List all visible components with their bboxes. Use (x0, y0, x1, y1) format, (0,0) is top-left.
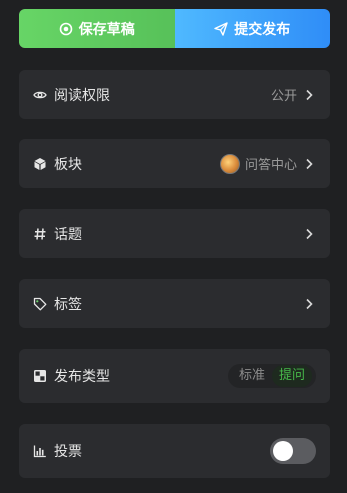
chevron-right-icon (306, 158, 313, 169)
section-row[interactable]: 板块 问答中心 (19, 139, 330, 188)
publish-type-row: 发布类型 标准 提问 (19, 349, 330, 403)
section-label: 板块 (54, 156, 82, 173)
cube-icon (34, 157, 46, 170)
save-draft-button[interactable]: 保存草稿 (19, 9, 175, 48)
chevron-right-icon (306, 89, 313, 100)
topic-label: 话题 (54, 226, 82, 243)
publish-settings-panel: 保存草稿 提交发布 阅读权限 公开 板块 问答中心 话题 标签 发布类型 标准 … (0, 0, 347, 493)
hashtag-icon (34, 227, 46, 240)
eye-icon (33, 91, 47, 98)
chevron-right-icon (306, 298, 313, 309)
read-permission-label: 阅读权限 (54, 87, 110, 104)
read-permission-row[interactable]: 阅读权限 公开 (19, 70, 330, 119)
record-circle-icon (59, 22, 73, 35)
tags-row[interactable]: 标签 (19, 279, 330, 328)
topic-row[interactable]: 话题 (19, 209, 330, 258)
vote-row: 投票 (19, 424, 330, 478)
tag-icon (33, 297, 47, 310)
chevron-right-icon (306, 228, 313, 239)
save-draft-label: 保存草稿 (78, 21, 135, 38)
paper-plane-icon (214, 21, 228, 36)
bar-chart-icon (33, 445, 46, 458)
vote-toggle[interactable] (270, 438, 316, 464)
publish-type-option-standard[interactable]: 标准 (232, 365, 272, 387)
submit-publish-label: 提交发布 (234, 21, 291, 38)
vote-label: 投票 (54, 444, 82, 460)
submit-publish-button[interactable]: 提交发布 (174, 9, 330, 48)
section-avatar (219, 153, 240, 174)
tags-label: 标签 (54, 296, 82, 313)
publish-type-segmented-control: 标准 提问 (227, 364, 316, 388)
layout-blocks-icon (34, 370, 46, 382)
section-value: 问答中心 (244, 158, 297, 173)
action-buttons: 保存草稿 提交发布 (19, 9, 330, 48)
publish-type-label: 发布类型 (54, 369, 110, 385)
read-permission-value: 公开 (270, 89, 297, 104)
vote-toggle-knob (273, 441, 293, 461)
publish-type-option-question[interactable]: 提问 (271, 365, 312, 387)
